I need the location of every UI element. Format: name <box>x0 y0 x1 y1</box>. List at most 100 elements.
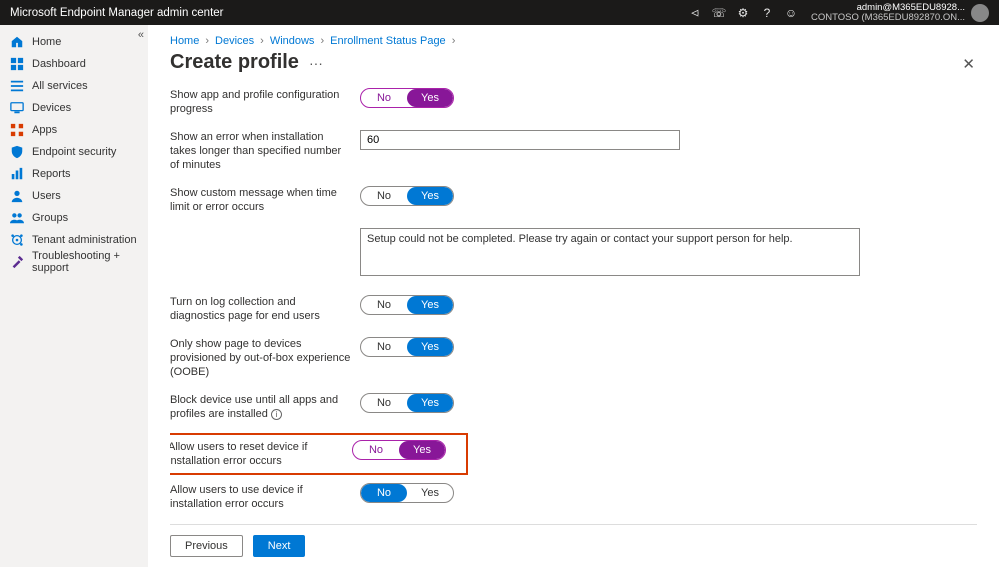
top-bar: Microsoft Endpoint Manager admin center … <box>0 0 999 25</box>
next-button[interactable]: Next <box>253 535 306 557</box>
setting-label: Allow users to reset device if installat… <box>170 440 352 468</box>
setting-label: Block device use until all apps and prof… <box>170 393 360 421</box>
sidebar-item-groups[interactable]: Groups <box>0 207 148 229</box>
setting-show-progress: Show app and profile configuration progr… <box>170 88 967 116</box>
sidebar-item-label: Groups <box>32 212 68 224</box>
collapse-sidebar-icon[interactable]: « <box>138 29 144 41</box>
setting-label: Show app and profile configuration progr… <box>170 88 360 116</box>
toggle-no[interactable]: No <box>353 441 399 459</box>
toggle-log-collection[interactable]: No Yes <box>360 295 454 315</box>
wrench-icon <box>10 255 24 269</box>
crumb-enrollment-status-page[interactable]: Enrollment Status Page <box>330 35 446 47</box>
toggle-yes[interactable]: Yes <box>407 394 453 412</box>
sidebar-item-label: Tenant administration <box>32 234 137 246</box>
sidebar-item-dashboard[interactable]: Dashboard <box>0 53 148 75</box>
setting-timeout: Show an error when installation takes lo… <box>170 130 967 172</box>
sidebar-item-label: Devices <box>32 102 71 114</box>
sidebar-item-label: Home <box>32 36 61 48</box>
toggle-no[interactable]: No <box>361 394 407 412</box>
previous-button[interactable]: Previous <box>170 535 243 557</box>
toggle-no[interactable]: No <box>361 484 407 502</box>
help-icon[interactable]: ? <box>755 6 779 20</box>
crumb-home[interactable]: Home <box>170 35 199 47</box>
sidebar-item-label: All services <box>32 80 88 92</box>
main-panel: Home › Devices › Windows › Enrollment Status P… <box>148 25 999 567</box>
custom-message-textarea[interactable] <box>360 228 860 276</box>
toggle-block-device[interactable]: No Yes <box>360 393 454 413</box>
toggle-yes[interactable]: Yes <box>407 338 453 356</box>
toggle-no[interactable]: No <box>361 187 407 205</box>
account-tenant: CONTOSO (M365EDU892870.ON... <box>811 13 965 23</box>
device-icon <box>10 101 24 115</box>
toggle-yes[interactable]: Yes <box>407 89 453 107</box>
account-email: admin@M365EDU8928... <box>811 3 965 13</box>
timeout-input[interactable] <box>360 130 680 150</box>
sidebar-item-troubleshooting-support[interactable]: Troubleshooting + support <box>0 251 148 273</box>
setting-custom-msg: Show custom message when time limit or e… <box>170 186 967 214</box>
tenant-icon <box>10 233 24 247</box>
setting-label: Show custom message when time limit or e… <box>170 186 360 214</box>
close-icon[interactable]: ✕ <box>962 55 975 73</box>
sidebar-item-label: Troubleshooting + support <box>32 250 138 274</box>
notifications-icon[interactable]: ☏ <box>707 6 731 20</box>
setting-oobe-only: Only show page to devices provisioned by… <box>170 337 967 379</box>
users-icon <box>10 211 24 225</box>
info-icon[interactable]: i <box>271 409 282 420</box>
sidebar-item-endpoint-security[interactable]: Endpoint security <box>0 141 148 163</box>
sidebar: « Home Dashboard All services Devices Apps En… <box>0 25 148 567</box>
account-block[interactable]: admin@M365EDU8928... CONTOSO (M365EDU892… <box>803 3 971 23</box>
shield-icon <box>10 145 24 159</box>
crumb-devices[interactable]: Devices <box>215 35 254 47</box>
toggle-yes[interactable]: Yes <box>407 187 453 205</box>
sidebar-item-label: Dashboard <box>32 58 86 70</box>
toggle-yes[interactable]: Yes <box>407 296 453 314</box>
settings-gear-icon[interactable]: ⚙ <box>731 6 755 20</box>
settings-form: Show app and profile configuration progr… <box>170 88 977 524</box>
sidebar-item-users[interactable]: Users <box>0 185 148 207</box>
toggle-allow-reset[interactable]: No Yes <box>352 440 446 460</box>
toggle-yes[interactable]: Yes <box>399 441 445 459</box>
sidebar-item-tenant-administration[interactable]: Tenant administration <box>0 229 148 251</box>
sidebar-item-apps[interactable]: Apps <box>0 119 148 141</box>
chevron-right-icon: › <box>452 35 456 47</box>
setting-allow-use: Allow users to use device if installatio… <box>170 483 967 511</box>
toggle-yes[interactable]: Yes <box>407 484 453 502</box>
sidebar-item-reports[interactable]: Reports <box>0 163 148 185</box>
more-icon[interactable]: ··· <box>309 55 323 71</box>
home-icon <box>10 35 24 49</box>
setting-log-collection: Turn on log collection and diagnostics p… <box>170 295 967 323</box>
sidebar-item-label: Endpoint security <box>32 146 116 158</box>
toggle-no[interactable]: No <box>361 338 407 356</box>
cloudshell-icon[interactable]: ⏿ <box>683 5 707 20</box>
user-icon <box>10 189 24 203</box>
toggle-oobe-only[interactable]: No Yes <box>360 337 454 357</box>
toggle-no[interactable]: No <box>361 89 407 107</box>
sidebar-item-all-services[interactable]: All services <box>0 75 148 97</box>
chevron-right-icon: › <box>320 35 324 47</box>
toggle-allow-use[interactable]: No Yes <box>360 483 454 503</box>
toggle-show-progress[interactable]: No Yes <box>360 88 454 108</box>
feedback-icon[interactable]: ☺ <box>779 6 803 20</box>
chevron-right-icon: › <box>205 35 209 47</box>
setting-custom-msg-text <box>170 228 967 281</box>
sidebar-item-label: Apps <box>32 124 57 136</box>
wizard-footer: Previous Next <box>170 524 977 567</box>
sidebar-item-devices[interactable]: Devices <box>0 97 148 119</box>
setting-label: Allow users to use device if installatio… <box>170 483 360 511</box>
sidebar-item-label: Users <box>32 190 61 202</box>
list-icon <box>10 79 24 93</box>
toggle-custom-msg[interactable]: No Yes <box>360 186 454 206</box>
crumb-windows[interactable]: Windows <box>270 35 315 47</box>
portal-title: Microsoft Endpoint Manager admin center <box>10 7 224 19</box>
report-icon <box>10 167 24 181</box>
setting-label: Only show page to devices provisioned by… <box>170 337 360 379</box>
setting-label: Turn on log collection and diagnostics p… <box>170 295 360 323</box>
setting-label: Show an error when installation takes lo… <box>170 130 360 172</box>
toggle-no[interactable]: No <box>361 296 407 314</box>
sidebar-item-label: Reports <box>32 168 71 180</box>
sidebar-item-home[interactable]: Home <box>0 31 148 53</box>
avatar[interactable] <box>971 4 989 22</box>
apps-icon <box>10 123 24 137</box>
setting-allow-reset: Allow users to reset device if installat… <box>170 435 466 473</box>
grid-icon <box>10 57 24 71</box>
